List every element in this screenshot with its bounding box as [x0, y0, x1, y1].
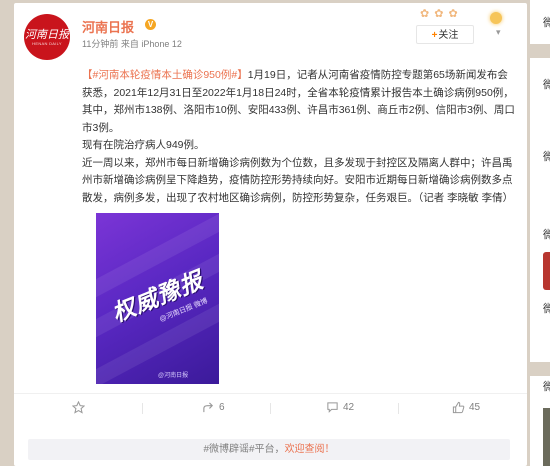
post-image[interactable]: 权威豫报 @河南日报 微博 @河南日报 [96, 213, 219, 384]
post-paragraph: 现有在院治疗病人949例。 [82, 137, 516, 155]
star-icon [71, 400, 86, 414]
post-paragraph: 近一周以来，郑州市每日新增确诊病例数为个位数，且多发现于封控区及隔离人群中；许昌… [82, 155, 516, 208]
post-paragraph: 【#河南本轮疫情本土确诊950例#】1月19日，记者从河南省疫情防控专题第65场… [82, 67, 516, 137]
sidebar-gap [530, 44, 550, 58]
comment-icon [327, 402, 338, 413]
like-count: 45 [469, 402, 481, 413]
chevron-down-icon[interactable]: ▾ [496, 27, 501, 38]
like-button[interactable]: 45 [452, 399, 480, 417]
notice-text: #微博辟谣#平台， [203, 444, 285, 455]
follow-label: 关注 [438, 30, 459, 41]
thumbs-up-icon [452, 401, 465, 413]
image-watermark: @河南日报 [158, 373, 189, 379]
avatar-logo-text: 河南日报 [25, 28, 69, 41]
verified-badge-icon: V [145, 19, 156, 30]
action-bar: 6 42 45 [14, 399, 527, 417]
weibo-post-card: ✿ ✿ ✿ 河南日报 HENAN DAILY 河南日报 V 11分钟前 来自 i… [14, 3, 527, 466]
divider [14, 393, 527, 394]
author-name[interactable]: 河南日报 [82, 17, 134, 36]
sidebar-thumbnail[interactable] [543, 252, 550, 290]
comment-notice: #微博辟谣#平台，欢迎查阅！ [28, 439, 510, 460]
sidebar-thumbnail[interactable] [543, 408, 550, 466]
sidebar-gap [530, 362, 550, 376]
plus-icon: + [431, 30, 438, 41]
avatar[interactable]: 河南日报 HENAN DAILY [24, 14, 70, 60]
avatar-logo-subtext: HENAN DAILY [32, 41, 62, 46]
post-text: 【#河南本轮疫情本土确诊950例#】1月19日，记者从河南省疫情防控专题第65场… [82, 67, 516, 207]
action-separator [270, 403, 271, 414]
sidebar-label: 微 [543, 79, 550, 91]
right-sidebar: 微 微 微 微 微 微 [530, 0, 550, 466]
post-meta[interactable]: 11分钟前 来自 iPhone 12 [82, 37, 182, 50]
sidebar-label: 微 [543, 151, 550, 163]
comment-count: 42 [343, 402, 355, 413]
forward-icon [203, 402, 214, 413]
action-separator [142, 403, 143, 414]
sidebar-label: 微 [543, 17, 550, 29]
topic-hashtag-link[interactable]: 【#河南本轮疫情本土确诊950例#】 [82, 69, 248, 81]
notice-link[interactable]: 欢迎查阅！ [285, 444, 335, 455]
decoration-sun-icon [490, 12, 502, 24]
sidebar-label: 微 [543, 303, 550, 315]
sidebar-label: 微 [543, 381, 550, 393]
paragraph-text: 近一周以来，郑州市每日新增确诊病例数为个位数，且多发现于封控区及隔离人群中；许昌… [82, 156, 514, 204]
favorite-button[interactable] [71, 399, 89, 417]
action-separator [398, 403, 399, 414]
paragraph-text: 现有在院治疗病人949例。 [82, 139, 205, 151]
sidebar-label: 微 [543, 229, 550, 241]
follow-button[interactable]: +关注 [416, 25, 474, 44]
forward-count: 6 [219, 402, 225, 413]
forward-button[interactable]: 6 [202, 399, 225, 417]
comment-button[interactable]: 42 [326, 399, 354, 417]
